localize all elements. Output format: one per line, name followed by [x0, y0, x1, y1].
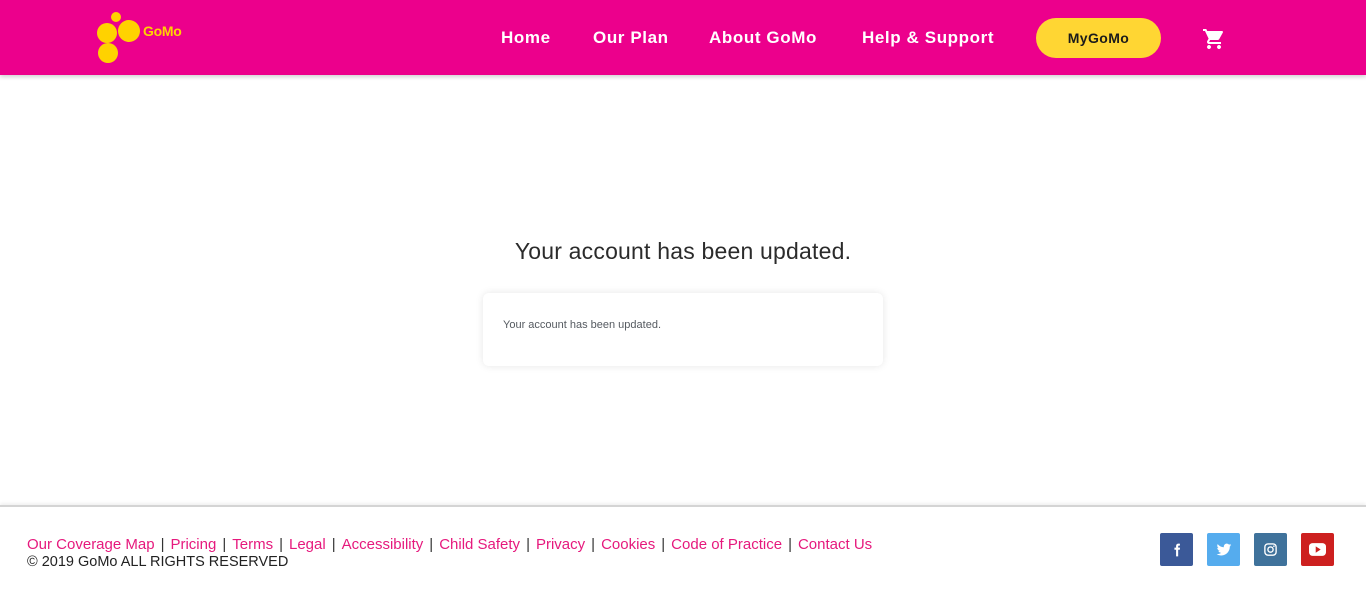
nav-help-support-link[interactable]: Help & Support [862, 28, 994, 48]
site-header: GoMo Home Our Plan About GoMo Help & Sup… [0, 0, 1366, 75]
footer-separator: | [788, 536, 792, 553]
copyright-text: © 2019 GoMo ALL RIGHTS RESERVED [27, 554, 289, 570]
footer-separator: | [279, 536, 283, 553]
nav-about-link[interactable]: About GoMo [709, 28, 817, 48]
footer-link-cookies[interactable]: Cookies [601, 536, 655, 553]
footer-link-terms[interactable]: Terms [232, 536, 273, 553]
youtube-icon[interactable] [1301, 533, 1334, 566]
footer-link-code-of-practice[interactable]: Code of Practice [671, 536, 782, 553]
footer-separator: | [331, 536, 336, 553]
footer-separator: | [591, 536, 596, 553]
facebook-icon[interactable] [1160, 533, 1193, 566]
footer-link-pricing[interactable]: Pricing [170, 536, 216, 553]
site-footer: Our Coverage Map | Pricing | Terms | Legal | Acc… [0, 505, 1366, 613]
nav-our-plan-link[interactable]: Our Plan [593, 28, 669, 48]
footer-separator: | [160, 536, 165, 553]
message-text: Your account has been updated. [503, 319, 662, 331]
message-card: Your account has been updated. [483, 293, 883, 366]
twitter-icon[interactable] [1207, 533, 1240, 566]
instagram-icon[interactable] [1254, 533, 1287, 566]
nav-home-link[interactable]: Home [501, 28, 551, 48]
footer-link-privacy[interactable]: Privacy [536, 536, 585, 553]
main-nav: Home Our Plan About GoMo Help & Support [0, 0, 1366, 75]
footer-link-legal[interactable]: Legal [289, 536, 326, 553]
footer-separator: | [429, 536, 434, 553]
footer-link-contact-us[interactable]: Contact Us [798, 536, 872, 553]
footer-links: Our Coverage Map | Pricing | Terms | Legal | Acc… [27, 536, 872, 553]
footer-link-accessibility[interactable]: Accessibility [342, 536, 424, 553]
footer-link-child-safety[interactable]: Child Safety [439, 536, 520, 553]
footer-separator: | [526, 536, 530, 553]
shopping-cart-icon[interactable] [1201, 27, 1227, 51]
footer-separator: | [661, 536, 666, 553]
footer-separator: | [222, 536, 227, 553]
footer-link-coverage-map[interactable]: Our Coverage Map [27, 536, 155, 553]
page-title: Your account has been updated. [514, 238, 852, 264]
mygomo-button[interactable]: MyGoMo [1036, 18, 1161, 58]
